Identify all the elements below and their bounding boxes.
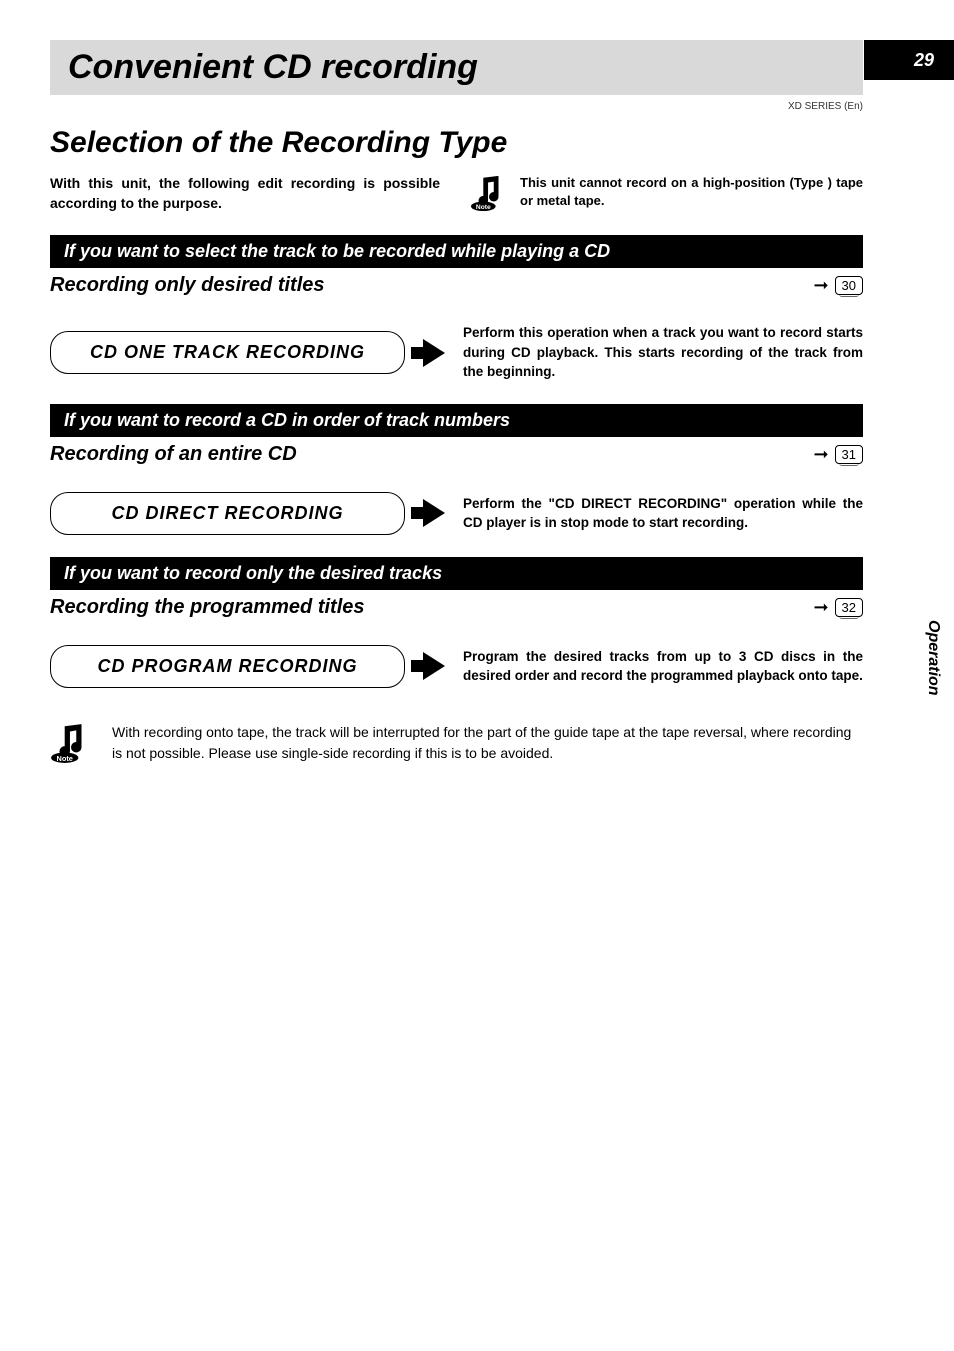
section-sub-row: Recording of an entire CD ➞ 31 (50, 443, 863, 466)
section-sub-row: Recording only desired titles ➞ 30 (50, 274, 863, 297)
intro-note-text: This unit cannot record on a high-positi… (520, 174, 863, 210)
section-subheading: Recording only desired titles (50, 274, 325, 297)
section-subheading: Recording the programmed titles (50, 596, 365, 619)
note-icon: Note (470, 174, 508, 212)
arrow-right-icon (423, 339, 445, 367)
arrow-right-icon: ➞ (813, 275, 828, 296)
page-reference: ➞ 32 (813, 597, 863, 618)
method-description: Program the desired tracks from up to 3 … (463, 647, 863, 686)
section-title: Selection of the Recording Type (50, 126, 904, 160)
method-description: Perform this operation when a track you … (463, 323, 863, 382)
section-bar: If you want to record only the desired t… (50, 557, 863, 590)
method-row: CD PROGRAM RECORDING Program the desired… (50, 645, 863, 688)
tape-note-text: With recording onto tape, the track will… (112, 722, 863, 764)
intro-note-block: Note This unit cannot record on a high-p… (470, 174, 863, 212)
intro-text: With this unit, the following edit recor… (50, 174, 440, 213)
page-ref-box: 32 (835, 598, 863, 617)
intro-row: With this unit, the following edit recor… (50, 174, 863, 213)
method-row: CD ONE TRACK RECORDING Perform this oper… (50, 323, 863, 382)
section-subheading: Recording of an entire CD (50, 443, 297, 466)
tape-note-block: Note With recording onto tape, the track… (50, 722, 863, 764)
arrow-right-icon (423, 652, 445, 680)
method-row: CD DIRECT RECORDING Perform the "CD DIRE… (50, 492, 863, 535)
side-tab-label: Operation (924, 620, 942, 696)
method-capsule: CD PROGRAM RECORDING (50, 645, 405, 688)
page-title: Convenient CD recording (68, 48, 845, 87)
section-bar: If you want to select the track to be re… (50, 235, 863, 268)
page-content: Convenient CD recording XD SERIES (En) S… (0, 0, 954, 804)
arrow-right-icon: ➞ (813, 444, 828, 465)
method-capsule: CD DIRECT RECORDING (50, 492, 405, 535)
svg-text:Note: Note (57, 754, 73, 763)
page-ref-box: 31 (835, 445, 863, 464)
page-reference: ➞ 31 (813, 444, 863, 465)
arrow-right-icon: ➞ (813, 597, 828, 618)
svg-text:Note: Note (476, 204, 491, 211)
h1-container: Convenient CD recording (50, 40, 863, 95)
section-bar: If you want to record a CD in order of t… (50, 404, 863, 437)
method-capsule: CD ONE TRACK RECORDING (50, 331, 405, 374)
arrow-right-icon (423, 499, 445, 527)
page-reference: ➞ 30 (813, 275, 863, 296)
page-ref-box: 30 (835, 276, 863, 295)
section-sub-row: Recording the programmed titles ➞ 32 (50, 596, 863, 619)
method-description: Perform the "CD DIRECT RECORDING" operat… (463, 494, 863, 533)
series-label: XD SERIES (En) (50, 101, 863, 112)
note-icon: Note (50, 722, 92, 764)
